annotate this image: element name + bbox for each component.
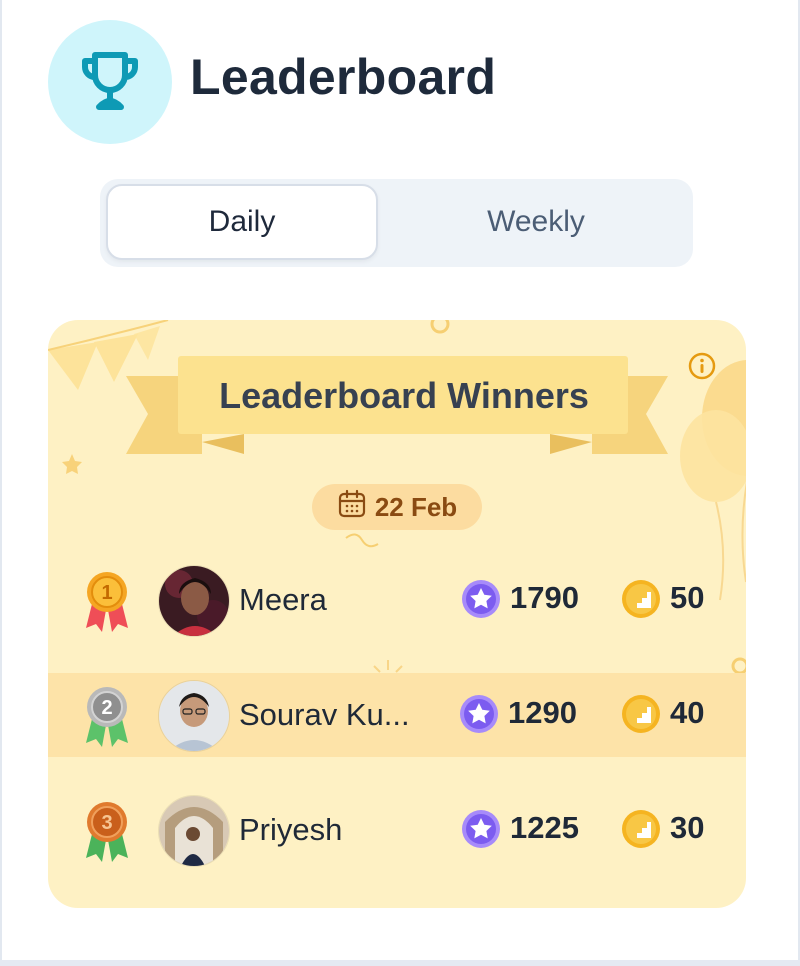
leaderboard-row[interactable]: 1 Meera 1790 50 xyxy=(48,558,746,642)
streak-steps-icon xyxy=(620,808,662,850)
tab-weekly[interactable]: Weekly xyxy=(400,184,672,260)
rank-number: 1 xyxy=(101,582,112,604)
rank-number: 3 xyxy=(101,812,112,834)
date-badge: 22 Feb xyxy=(312,484,482,530)
streak-steps-icon xyxy=(620,693,662,735)
left-border xyxy=(0,0,2,966)
points-value: 1290 xyxy=(508,695,577,730)
date-label: 22 Feb xyxy=(374,491,458,522)
trophy-badge xyxy=(48,20,172,144)
streak-value: 50 xyxy=(670,580,705,615)
info-icon[interactable] xyxy=(688,352,716,380)
bronze-medal-icon: 3 xyxy=(82,798,132,864)
tab-daily[interactable]: Daily xyxy=(106,184,378,260)
player-name: Sourav Ku... xyxy=(239,697,410,732)
player-name: Priyesh xyxy=(239,812,343,847)
rank-number: 2 xyxy=(101,697,112,719)
bottom-divider xyxy=(0,960,800,966)
silver-medal-icon: 2 xyxy=(82,683,132,749)
winners-card: Leaderboard Winners 22 Feb 1 Meera 1790 … xyxy=(48,320,746,908)
points-value: 1225 xyxy=(510,810,579,845)
streak-steps-icon xyxy=(620,578,662,620)
star-points-icon xyxy=(460,578,502,620)
streak-value: 30 xyxy=(670,810,705,845)
calendar-icon xyxy=(337,489,367,526)
leaderboard-row[interactable]: 3 Priyesh 1225 30 xyxy=(48,788,746,872)
winners-title: Leaderboard Winners xyxy=(219,375,589,416)
leaderboard-row[interactable]: 2 Sourav Ku... 1290 40 xyxy=(48,673,746,757)
gold-medal-icon: 1 xyxy=(82,568,132,634)
avatar[interactable] xyxy=(158,565,230,637)
trophy-icon xyxy=(75,45,145,120)
avatar[interactable] xyxy=(158,795,230,867)
star-points-icon xyxy=(460,808,502,850)
points-value: 1790 xyxy=(510,580,579,615)
page-title: Leaderboard xyxy=(190,49,497,105)
streak-value: 40 xyxy=(670,695,705,730)
player-name: Meera xyxy=(239,582,327,617)
period-tabs: Daily Weekly xyxy=(100,179,693,267)
avatar[interactable] xyxy=(158,680,230,752)
star-points-icon xyxy=(458,693,500,735)
